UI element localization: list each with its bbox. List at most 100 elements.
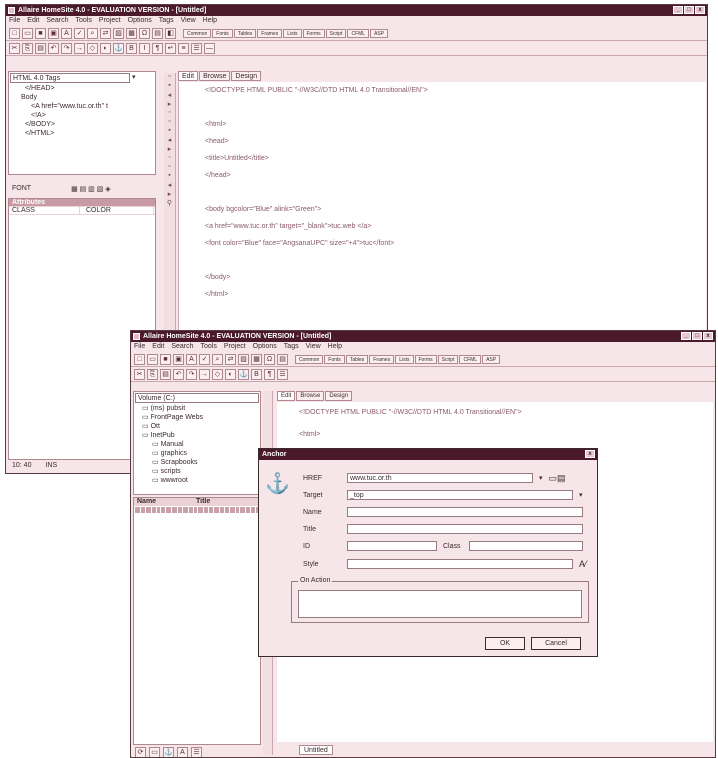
menu-item-tools[interactable]: Tools xyxy=(76,16,92,26)
save-icon[interactable]: ■ xyxy=(35,27,46,39)
v-tool-icon[interactable]: ◦ xyxy=(164,154,175,163)
editor-tab-design[interactable]: Design xyxy=(231,71,262,81)
redo-icon[interactable]: ↷ xyxy=(61,42,72,54)
id-input[interactable] xyxy=(347,541,437,551)
font-icon[interactable]: A xyxy=(61,27,72,39)
align-icon[interactable]: ≡ xyxy=(178,42,189,54)
menu-item-view[interactable]: View xyxy=(181,16,196,26)
align-icons[interactable]: ▦ ▤ ▥ ▧ ◈ xyxy=(71,185,111,193)
anchor-tool-icon[interactable]: ⚓ xyxy=(163,747,174,757)
bold-icon[interactable]: B xyxy=(251,368,262,380)
chevron-down-icon[interactable]: ▾ xyxy=(539,474,543,482)
onaction-textarea[interactable] xyxy=(298,590,582,618)
menu-item-help[interactable]: Help xyxy=(328,342,342,352)
tab-cfml[interactable]: CFML xyxy=(347,28,370,38)
copy-icon[interactable]: ⎘ xyxy=(147,368,158,380)
tree-node[interactable]: </BODY> xyxy=(17,120,155,129)
menu-item-search[interactable]: Search xyxy=(171,342,193,352)
tab-asp[interactable]: ASP xyxy=(482,354,501,364)
style-input[interactable] xyxy=(347,559,573,569)
maximize-button[interactable]: □ xyxy=(692,332,702,340)
folder-node[interactable]: ▭ InetPub xyxy=(140,431,260,440)
paragraph-icon[interactable]: ¶ xyxy=(152,42,163,54)
attribute-row[interactable]: COLOR Blue xyxy=(83,207,155,215)
menu-item-options[interactable]: Options xyxy=(253,342,277,352)
dialog-title-bar[interactable]: Anchor x xyxy=(259,449,597,460)
tab-forms[interactable]: Forms xyxy=(302,28,325,38)
tree-node[interactable]: </HTML> xyxy=(17,129,155,138)
tag-icon[interactable]: ◇ xyxy=(87,42,98,54)
close-button[interactable]: x xyxy=(695,6,705,14)
paste-icon[interactable]: ▤ xyxy=(35,42,46,54)
v-tool-icon[interactable]: ▪ xyxy=(164,127,175,136)
tag-set-dropdown[interactable]: HTML 4.0 Tags xyxy=(10,73,130,83)
v-tool-icon[interactable]: ▸ xyxy=(164,100,175,109)
menu-item-view[interactable]: View xyxy=(306,342,321,352)
v-tool-icon[interactable]: ◂ xyxy=(164,136,175,145)
tree-node[interactable]: <A href="www.tuc.or.th" t xyxy=(17,102,155,111)
omega-icon[interactable]: Ω xyxy=(139,27,150,39)
save-all-icon[interactable]: ▣ xyxy=(173,353,184,365)
dialog-close-button[interactable]: x xyxy=(585,450,595,458)
search-icon[interactable]: ⌕ xyxy=(212,353,223,365)
attribute-row[interactable]: CLASS xyxy=(9,207,83,215)
tab-asp[interactable]: ASP xyxy=(370,28,389,38)
tree-node[interactable]: </HEAD> xyxy=(17,84,155,93)
v-tool-icon[interactable]: ▸ xyxy=(164,190,175,199)
editor-tab-edit[interactable]: Edit xyxy=(178,71,199,81)
tree-node[interactable]: <!A> xyxy=(17,111,155,120)
menu-item-edit[interactable]: Edit xyxy=(27,16,39,26)
image-icon[interactable]: ▨ xyxy=(238,353,249,365)
title-input[interactable] xyxy=(347,524,583,534)
v-tool-icon[interactable]: ▪ xyxy=(164,172,175,181)
color-icon[interactable]: ◐ xyxy=(225,368,236,380)
tab-script[interactable]: Script xyxy=(437,354,459,364)
editor-tab-browse[interactable]: Browse xyxy=(199,71,231,81)
table-icon[interactable]: ▦ xyxy=(126,27,137,39)
menu-item-file[interactable]: File xyxy=(134,342,145,352)
omega-icon[interactable]: Ω xyxy=(264,353,275,365)
v-tool-icon[interactable]: ◂ xyxy=(164,91,175,100)
editor-tab-edit[interactable]: Edit xyxy=(277,391,296,401)
undo-icon[interactable]: ↶ xyxy=(173,368,184,380)
save-icon[interactable]: ■ xyxy=(160,353,171,365)
refresh-icon[interactable]: ⟳ xyxy=(135,747,146,757)
menu-item-help[interactable]: Help xyxy=(203,16,217,26)
tab-frames[interactable]: Frames xyxy=(257,28,283,38)
folder-node[interactable]: ▭ (ms) pubsit xyxy=(140,404,260,413)
anchor-tool-icon[interactable]: ⚓ xyxy=(113,42,124,54)
preview-icon[interactable]: ▤ xyxy=(277,353,288,365)
new-file-icon[interactable]: □ xyxy=(134,353,145,365)
folder-node[interactable]: ▭ graphics xyxy=(140,449,260,458)
tab-frames[interactable]: Frames xyxy=(369,354,395,364)
menu-item-project[interactable]: Project xyxy=(224,342,246,352)
tab-forms[interactable]: Forms xyxy=(414,354,437,364)
tab-lists[interactable]: Lists xyxy=(283,28,302,38)
cut-icon[interactable]: ✂ xyxy=(9,42,20,54)
name-input[interactable] xyxy=(347,507,583,517)
tab-cfml[interactable]: CFML xyxy=(459,354,482,364)
browse-folder-icon[interactable]: ▭▤ xyxy=(549,473,566,484)
title-bar[interactable]: Allaire HomeSite 4.0 - EVALUATION VERSIO… xyxy=(6,5,707,16)
menu-item-tags[interactable]: Tags xyxy=(284,342,299,352)
v-tool-icon[interactable]: ▫ xyxy=(164,163,175,172)
tab-fonts[interactable]: Fonts xyxy=(212,28,233,38)
image-icon[interactable]: ▨ xyxy=(113,27,124,39)
menu-item-options[interactable]: Options xyxy=(128,16,152,26)
font-icon[interactable]: A xyxy=(177,747,188,757)
tab-fonts[interactable]: Fonts xyxy=(324,354,345,364)
title-bar[interactable]: Allaire HomeSite 4.0 - EVALUATION VERSIO… xyxy=(131,331,715,342)
preview-icon[interactable]: ▤ xyxy=(152,27,163,39)
cut-icon[interactable]: ✂ xyxy=(134,368,145,380)
v-tool-icon[interactable]: ◦ xyxy=(164,109,175,118)
style-editor-icon[interactable]: A⁄ xyxy=(579,559,587,569)
replace-icon[interactable]: ⇄ xyxy=(100,27,111,39)
resource-icon[interactable]: ◧ xyxy=(165,27,176,39)
folder-node[interactable]: ▭ Ott xyxy=(140,422,260,431)
v-tool-icon[interactable]: ⚲ xyxy=(164,199,175,208)
document-tab[interactable]: Untitled xyxy=(299,745,333,755)
minimize-button[interactable]: _ xyxy=(681,332,691,340)
tree-node[interactable]: Body xyxy=(17,93,155,102)
folder-node[interactable]: ▭ Scrapbooks xyxy=(140,458,260,467)
hr-icon[interactable]: ― xyxy=(204,42,215,54)
